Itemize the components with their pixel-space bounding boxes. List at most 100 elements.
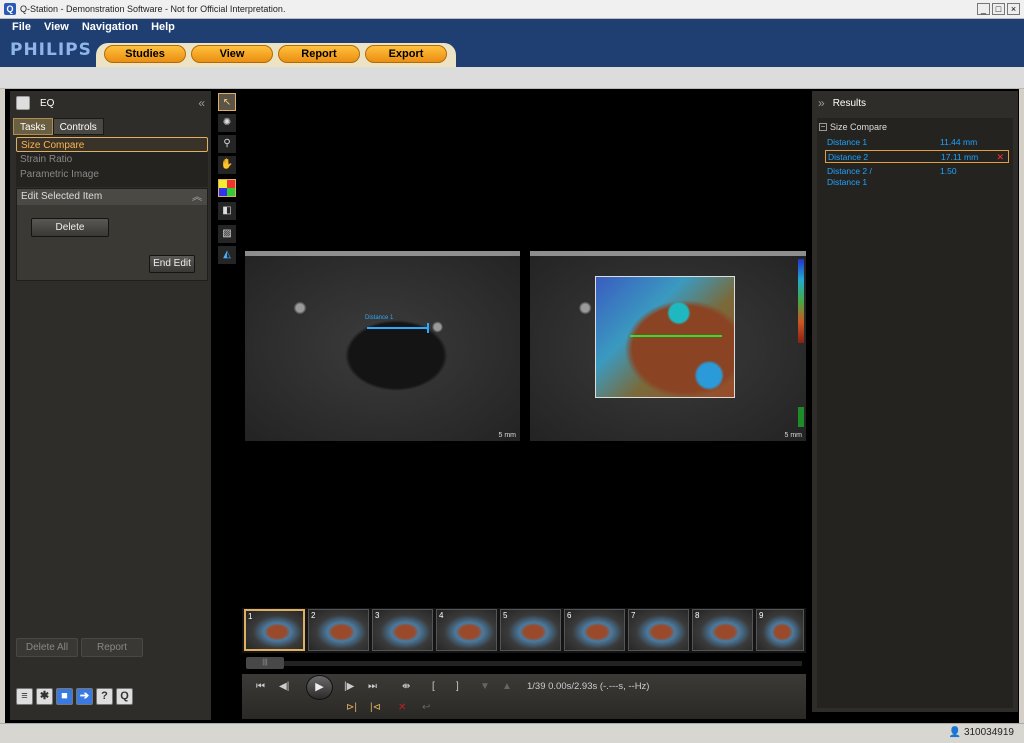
tab-report[interactable]: Report bbox=[278, 45, 360, 63]
arrow-up-icon[interactable]: ▲ bbox=[502, 680, 512, 694]
distance-1-label: Distance 1 bbox=[365, 315, 394, 321]
layers-icon[interactable]: ≡ bbox=[16, 688, 33, 705]
color-scale-bar bbox=[798, 259, 804, 343]
edit-selected-panel: Edit Selected Item ︽ Delete End Edit bbox=[16, 188, 208, 281]
split-icon[interactable]: ⇼ bbox=[402, 680, 410, 694]
distance-1-line[interactable] bbox=[367, 327, 429, 329]
task-strain-ratio[interactable]: Strain Ratio bbox=[16, 152, 208, 167]
thumbnail[interactable]: 1 bbox=[244, 609, 305, 651]
zoom-icon[interactable]: ⚲ bbox=[218, 135, 236, 153]
settings-icon[interactable]: ✱ bbox=[36, 688, 53, 705]
tab-studies[interactable]: Studies bbox=[104, 45, 186, 63]
collapse-left-icon[interactable]: « bbox=[198, 96, 205, 110]
mark-end-icon[interactable]: ] bbox=[456, 680, 459, 694]
select-arrow-icon[interactable]: ↖ bbox=[218, 93, 236, 111]
green-marker bbox=[798, 407, 804, 427]
report-button[interactable]: Report bbox=[81, 638, 143, 657]
task-size-compare[interactable]: Size Compare bbox=[16, 137, 208, 152]
thumbnail[interactable]: 2 bbox=[308, 609, 369, 651]
scrub-handle[interactable]: ||| bbox=[246, 657, 284, 669]
thumbnail[interactable]: 4 bbox=[436, 609, 497, 651]
playback-controls: ⏮ ◀| ▶ |▶ ⏭ ⇼ [ ] ▼ ▲ 1/39 0.00s/2.93s (… bbox=[242, 674, 806, 719]
image-viewport[interactable]: Distance 1 5 mm 5 mm bbox=[240, 91, 808, 606]
panel-title: EQ bbox=[40, 97, 55, 109]
window-title: Q-Station - Demonstration Software - Not… bbox=[20, 4, 286, 14]
color-map-icon[interactable] bbox=[218, 179, 236, 197]
last-frame-icon[interactable]: ⏭ bbox=[368, 680, 377, 694]
brightness-icon[interactable]: ✺ bbox=[218, 114, 236, 132]
end-edit-button[interactable]: End Edit bbox=[149, 255, 195, 273]
distance-2-line[interactable] bbox=[630, 335, 722, 337]
result-row-ratio[interactable]: Distance 2 / Distance 1 1.50 bbox=[825, 165, 1009, 189]
header-band bbox=[0, 67, 1024, 89]
tab-controls[interactable]: Controls bbox=[52, 118, 104, 135]
edit-selected-header[interactable]: Edit Selected Item ︽ bbox=[17, 189, 207, 205]
menu-help[interactable]: Help bbox=[151, 21, 175, 33]
timeline-scrubber[interactable]: ||| bbox=[242, 655, 806, 672]
left-panel: EQ « Tasks Controls Size Compare Strain … bbox=[10, 91, 211, 720]
thumbnail[interactable]: 6 bbox=[564, 609, 625, 651]
tab-tasks[interactable]: Tasks bbox=[13, 118, 53, 135]
results-panel: » Results − Size Compare Distance 1 11.4… bbox=[812, 91, 1018, 712]
menu-view[interactable]: View bbox=[44, 21, 69, 33]
ultrasound-image-left[interactable]: Distance 1 5 mm bbox=[245, 251, 520, 441]
ultrasound-image-right[interactable]: 5 mm bbox=[530, 251, 806, 441]
thumbnail[interactable]: 3 bbox=[372, 609, 433, 651]
scale-label-left: 5 mm bbox=[498, 432, 517, 439]
step-forward-icon[interactable]: |▶ bbox=[344, 680, 354, 694]
grayscale-icon[interactable]: ▨ bbox=[218, 225, 236, 243]
tab-export[interactable]: Export bbox=[365, 45, 447, 63]
q-icon[interactable]: Q bbox=[116, 688, 133, 705]
step-back-icon[interactable]: ◀| bbox=[279, 680, 289, 694]
trim-end-icon[interactable]: |⊲ bbox=[370, 701, 381, 715]
thumbnail[interactable]: 5 bbox=[500, 609, 561, 651]
image-toolbar: ↖ ✺ ⚲ ✋ ◧ ▨ ◭ bbox=[216, 91, 238, 271]
menu-navigation[interactable]: Navigation bbox=[82, 21, 138, 33]
pan-hand-icon[interactable]: ✋ bbox=[218, 156, 236, 174]
first-frame-icon[interactable]: ⏮ bbox=[256, 680, 265, 694]
cancel-icon[interactable]: ✕ bbox=[398, 701, 406, 715]
collapse-up-icon[interactable]: ︽ bbox=[192, 190, 202, 206]
app-icon: Q bbox=[4, 3, 16, 15]
task-parametric-image[interactable]: Parametric Image bbox=[16, 167, 208, 182]
trim-start-icon[interactable]: ⊳| bbox=[346, 701, 357, 715]
delete-button[interactable]: Delete bbox=[31, 218, 109, 237]
results-list: − Size Compare Distance 1 11.44 mm Dista… bbox=[817, 118, 1013, 708]
result-row-distance-1[interactable]: Distance 1 11.44 mm bbox=[825, 136, 1009, 149]
size-compare-group[interactable]: − Size Compare bbox=[819, 122, 887, 132]
minimize-button[interactable]: _ bbox=[977, 3, 990, 15]
nav-tabs: Studies View Report Export bbox=[96, 43, 456, 67]
elastography-overlay[interactable] bbox=[595, 276, 735, 398]
exit-icon[interactable]: ➔ bbox=[76, 688, 93, 705]
save-icon[interactable]: ■ bbox=[56, 688, 73, 705]
app-header: File View Navigation Help PHILIPS Studie… bbox=[0, 19, 1024, 67]
maximize-button[interactable]: □ bbox=[992, 3, 1005, 15]
arrow-down-icon[interactable]: ▼ bbox=[480, 680, 490, 694]
philips-logo: PHILIPS bbox=[10, 40, 92, 60]
thumbnail[interactable]: 7 bbox=[628, 609, 689, 651]
task-list: Size Compare Strain Ratio Parametric Ima… bbox=[16, 137, 208, 187]
close-button[interactable]: × bbox=[1007, 3, 1020, 15]
distance-1-endpoint[interactable] bbox=[427, 323, 429, 333]
expand-right-icon[interactable]: » bbox=[818, 96, 825, 110]
mark-start-icon[interactable]: [ bbox=[432, 680, 435, 694]
result-row-distance-2[interactable]: Distance 2 17.11 mm ✕ bbox=[825, 150, 1009, 163]
window-titlebar: Q Q-Station - Demonstration Software - N… bbox=[0, 0, 1024, 19]
help-icon[interactable]: ? bbox=[96, 688, 113, 705]
delete-result-icon[interactable]: ✕ bbox=[996, 151, 1004, 163]
scrub-track[interactable] bbox=[246, 661, 802, 666]
play-button[interactable]: ▶ bbox=[306, 675, 333, 700]
delete-all-button[interactable]: Delete All bbox=[16, 638, 78, 657]
scale-label-right: 5 mm bbox=[784, 432, 803, 439]
menu-bar: File View Navigation Help bbox=[12, 21, 175, 33]
collapse-group-icon[interactable]: − bbox=[819, 123, 827, 131]
undo-icon[interactable]: ↩ bbox=[422, 701, 430, 715]
tab-view[interactable]: View bbox=[191, 45, 273, 63]
menu-file[interactable]: File bbox=[12, 21, 31, 33]
measure-icon[interactable]: ◭ bbox=[218, 246, 236, 264]
eq-icon bbox=[16, 96, 30, 110]
thumbnail-strip: 1 2 3 4 5 6 7 8 9 bbox=[242, 608, 806, 653]
invert-icon[interactable]: ◧ bbox=[218, 202, 236, 220]
thumbnail[interactable]: 8 bbox=[692, 609, 753, 651]
thumbnail[interactable]: 9 bbox=[756, 609, 804, 651]
